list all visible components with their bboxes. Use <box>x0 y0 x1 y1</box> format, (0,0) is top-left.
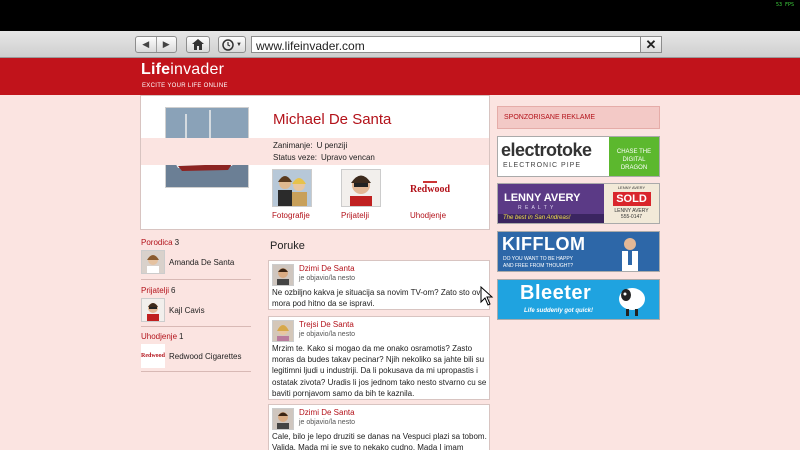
friends-title[interactable]: Prijatelji 6 <box>141 286 251 295</box>
post-card: Dzimi De Santa je objavio/la nesto Ne oz… <box>268 260 490 310</box>
profile-card: Michael De Santa Zanimanje: U penziji Sta… <box>140 95 490 230</box>
bleeter-wordmark: Bleeter <box>520 282 592 304</box>
sidebar-stalking: Uhodjenje 1 Redwood Redwood Cigarettes <box>141 332 251 368</box>
forward-arrow-icon[interactable]: ▶ <box>155 37 177 52</box>
post-text: Ne ozbiljno kakva je situacija sa novim … <box>272 288 485 309</box>
avatar[interactable] <box>272 408 294 430</box>
kifflom-man-icon <box>622 238 638 271</box>
mouse-cursor-icon <box>480 286 494 306</box>
close-icon[interactable]: ✕ <box>640 37 661 52</box>
site-tagline: EXCITE YOUR LIFE ONLINE <box>142 83 228 89</box>
post-text: Mrzim te. Kako si mogao da me onako osra… <box>272 344 487 398</box>
profile-name: Michael De Santa <box>273 111 392 128</box>
friends-thumbnail <box>341 169 381 207</box>
address-bar[interactable]: www.lifeinvader.com ✕ <box>251 36 662 53</box>
kifflom-slogan: DO YOU WANT TO BE HAPPY AND FREE FROM THO… <box>503 256 574 269</box>
divider <box>141 279 251 280</box>
divider <box>141 371 251 372</box>
post-meta: je objavio/la nesto <box>299 419 356 426</box>
history-button[interactable]: ▼ <box>218 36 246 53</box>
post-card: Dzimi De Santa je objavio/la nesto Cale,… <box>268 404 490 450</box>
back-arrow-icon[interactable]: ◀ <box>136 37 156 52</box>
bleeter-slogan: Life suddenly got quick! <box>524 308 594 314</box>
fps-counter: 53 FPS <box>775 2 794 8</box>
sidebar-item-label: Kajl Cavis <box>169 305 205 315</box>
sponsored-ads-title: SPONZORISANE REKLAME <box>497 106 660 129</box>
ad-lenny-avery[interactable]: LENNY AVERY R E A L T Y The best in San … <box>497 183 660 224</box>
top-black-bar: 53 FPS <box>0 0 800 31</box>
sidebar-item-stalking[interactable]: Redwood Redwood Cigarettes <box>141 344 251 368</box>
lenny-sign-top: LENNY AVERY <box>617 185 646 190</box>
ad-kifflom[interactable]: KIFFLOM DO YOU WANT TO BE HAPPY AND FREE … <box>497 231 660 272</box>
lenny-name: LENNY AVERY <box>504 192 581 204</box>
redwood-logo: Redwood <box>141 344 165 368</box>
kifflom-wordmark: KIFFLOM <box>502 234 586 254</box>
ad-bleeter[interactable]: Bleeter Life suddenly got quick! <box>497 279 660 320</box>
sidebar-friends: Prijatelji 6 Kajl Cavis <box>141 286 251 322</box>
post-text: Cale, bilo je lepo druziti se danas na V… <box>272 432 487 450</box>
post-meta: je objavio/la nesto <box>299 275 356 282</box>
sold-sign: SOLD <box>612 192 651 206</box>
sheep-icon <box>619 288 645 316</box>
sidebar-item-label: Amanda De Santa <box>169 257 235 267</box>
post-author[interactable]: Trejsi De Santa <box>299 320 354 329</box>
tile-friends[interactable]: Prijatelji <box>341 169 385 220</box>
lenny-realty: R E A L T Y <box>518 205 555 211</box>
sidebar-item-family[interactable]: Amanda De Santa <box>141 250 251 274</box>
relationship-row: Status veze: Upravo vencan <box>273 153 375 162</box>
post-author[interactable]: Dzimi De Santa <box>299 264 355 273</box>
sidebar-item-label: Redwood Cigarettes <box>169 351 242 361</box>
game-screen: 53 FPS ◀ ▶ ▼ www.lifeinvader.com ✕ Lifei… <box>0 0 800 450</box>
photos-thumbnail <box>272 169 312 207</box>
family-title[interactable]: Porodica 3 <box>141 238 251 247</box>
chevron-down-icon: ▼ <box>236 41 242 48</box>
post-meta: je objavio/la nesto <box>299 331 356 338</box>
ad-electrotoke[interactable]: electrotoke ELECTRONIC PIPE CHASE THE DIG… <box>497 136 660 177</box>
sidebar-family: Porodica 3 Amanda De Santa <box>141 238 251 274</box>
url-text[interactable]: www.lifeinvader.com <box>256 39 365 53</box>
stalking-title[interactable]: Uhodjenje 1 <box>141 332 251 341</box>
lenny-phone: 555-0147 <box>620 214 643 220</box>
occupation-row: Zanimanje: U penziji <box>273 141 348 150</box>
divider <box>141 326 251 327</box>
home-button[interactable] <box>186 36 210 53</box>
redwood-logo: Redwood <box>410 169 450 207</box>
electrotoke-sub: ELECTRONIC PIPE <box>503 162 582 169</box>
avatar[interactable] <box>272 320 294 342</box>
tile-stalking[interactable]: Redwood Uhodjenje <box>410 169 454 220</box>
sidebar-item-friend[interactable]: Kajl Cavis <box>141 298 251 322</box>
site-header: Lifeinvader EXCITE YOUR LIFE ONLINE <box>0 58 800 95</box>
avatar <box>141 298 165 322</box>
tile-label: Fotografije <box>272 211 310 220</box>
avatar[interactable] <box>272 264 294 286</box>
nav-button-group: ◀ ▶ <box>135 36 177 53</box>
tile-label: Uhodjenje <box>410 211 447 220</box>
home-icon <box>192 39 204 50</box>
clock-icon <box>222 38 234 51</box>
post-card: Trejsi De Santa je objavio/la nesto Mrzi… <box>268 316 490 400</box>
tile-photos[interactable]: Fotografije <box>272 169 316 220</box>
lifeinvader-page: Lifeinvader EXCITE YOUR LIFE ONLINE Mich… <box>0 58 800 450</box>
electrotoke-slogan: CHASE THE DIGITAL DRAGON <box>609 137 659 176</box>
tile-label: Prijatelji <box>341 211 370 220</box>
lenny-tagline: The best in San Andreas! <box>498 214 604 223</box>
electrotoke-wordmark: electrotoke <box>501 140 592 160</box>
site-logo[interactable]: Lifeinvader <box>141 61 224 79</box>
browser-toolbar: ◀ ▶ ▼ www.lifeinvader.com ✕ <box>0 31 800 58</box>
post-author[interactable]: Dzimi De Santa <box>299 408 355 417</box>
feed-title: Poruke <box>270 240 305 252</box>
avatar <box>141 250 165 274</box>
